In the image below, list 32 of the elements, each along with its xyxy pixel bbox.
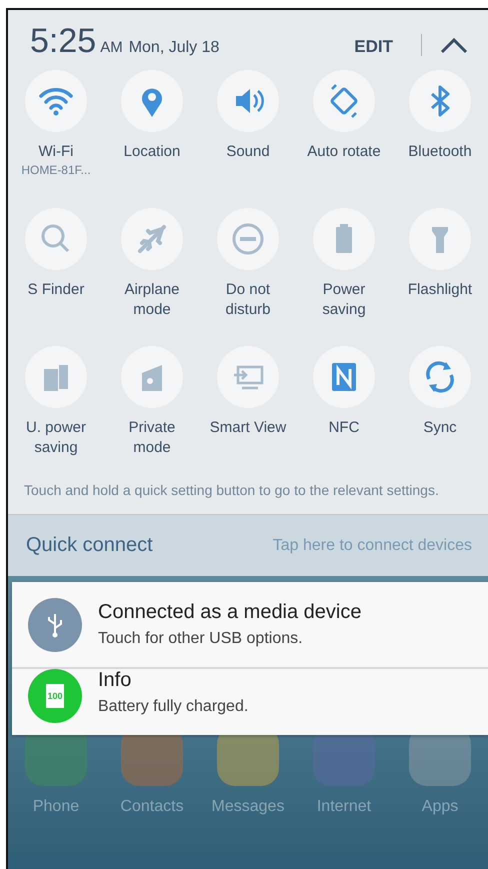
tile-label: Wi-Fi	[38, 142, 74, 162]
clock-ampm: AM	[100, 39, 123, 56]
battery-icon: 100	[46, 684, 64, 708]
app-label: Messages	[212, 798, 284, 816]
tile-label: Location	[122, 142, 182, 162]
tile-label: Sound	[225, 142, 271, 162]
date-text: Mon, July 18	[128, 39, 220, 57]
tile-label: Do not disturb	[224, 280, 272, 320]
tile-label: Sync	[422, 418, 458, 438]
app-label: Phone	[32, 798, 80, 816]
tile-label: Smart View	[208, 418, 288, 438]
tile-label: U. power saving	[24, 418, 88, 458]
notification-item[interactable]: Connected as a media device Touch for other USB options.	[12, 582, 488, 667]
app-label: Apps	[422, 798, 458, 816]
tile-label: Flashlight	[406, 280, 474, 300]
edit-button[interactable]: EDIT	[350, 37, 397, 57]
tile-label: S Finder	[26, 280, 86, 300]
tile-label: NFC	[328, 418, 360, 438]
network-name: HOME-81F...	[21, 163, 91, 177]
app-label: Internet	[316, 798, 372, 816]
tile-label: Private mode	[128, 418, 176, 458]
clock-time: 5:25	[30, 22, 96, 61]
notification-item[interactable]: 100 Info Battery fully charged.	[12, 667, 488, 735]
chevron-up-icon	[440, 36, 468, 54]
tile-label: Power saving	[321, 280, 367, 320]
tile-label: Auto rotate	[306, 142, 382, 162]
tile-label: Bluetooth	[407, 142, 473, 162]
hint-text: Touch and hold a quick setting button to go to the relevant settings.	[23, 481, 440, 500]
collapse-button[interactable]	[440, 36, 468, 54]
quick-connect-bar[interactable]: Quick connect Tap here to connect devices	[8, 514, 488, 576]
app-label: Contacts	[120, 798, 184, 816]
tile-label: Airplane mode	[123, 280, 181, 320]
